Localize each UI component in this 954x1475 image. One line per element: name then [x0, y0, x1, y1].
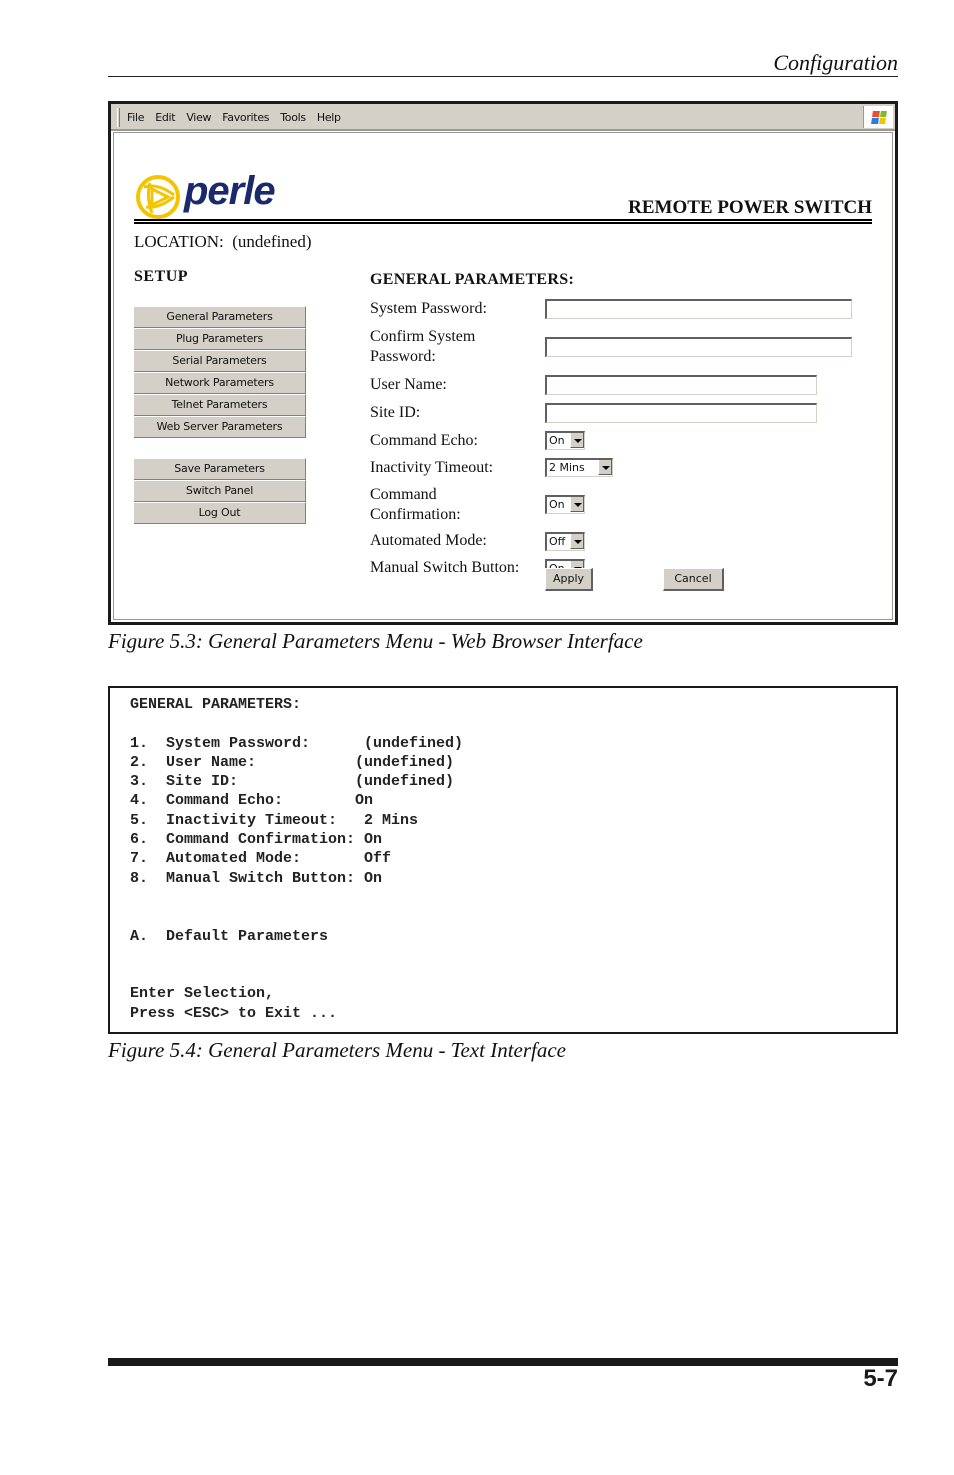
menu-file[interactable]: File — [127, 111, 145, 124]
inactivity-timeout-select[interactable]: 2 Mins — [545, 458, 613, 477]
nav-serial-parameters[interactable]: Serial Parameters — [134, 350, 306, 372]
terminal-line: 4. Command Echo: On — [130, 792, 374, 810]
dropdown-arrow-icon[interactable] — [598, 460, 612, 475]
terminal-line: GENERAL PARAMETERS: — [130, 696, 302, 713]
cancel-button[interactable]: Cancel — [663, 568, 724, 591]
site-id-label: Site ID: — [370, 404, 421, 421]
command-confirmation-label: Command Confirmation: — [370, 485, 461, 525]
text-interface-terminal: GENERAL PARAMETERS: 1. System Password: … — [108, 686, 898, 1034]
automated-mode-value: Off — [549, 535, 566, 548]
nav-web-server-parameters[interactable]: Web Server Parameters — [134, 416, 306, 438]
page-number: 5-7 — [863, 1365, 898, 1392]
menu-view[interactable]: View — [186, 111, 211, 124]
dropdown-arrow-icon[interactable] — [570, 433, 584, 448]
command-echo-value: On — [549, 434, 565, 447]
page-content: perle REMOTE POWER SWITCH LOCATION: (und… — [113, 132, 893, 620]
figure-5-4-caption: Figure 5.4: General Parameters Menu - Te… — [108, 1038, 567, 1062]
manual-switch-button-label: Manual Switch Button: — [370, 559, 520, 576]
form-title: GENERAL PARAMETERS: — [370, 271, 575, 288]
perle-logo: perle — [134, 169, 294, 221]
menu-bar: File Edit View Favorites Tools Help — [111, 104, 895, 131]
terminal-output: GENERAL PARAMETERS: 1. System Password: … — [130, 695, 463, 1023]
confirm-password-input[interactable] — [545, 337, 852, 357]
terminal-line: 8. Manual Switch Button: On — [130, 869, 383, 887]
nav-network-parameters[interactable]: Network Parameters — [134, 372, 306, 394]
running-header: Configuration — [108, 50, 898, 77]
command-echo-label: Command Echo: — [370, 432, 478, 449]
menu-favorites[interactable]: Favorites — [222, 111, 269, 124]
user-name-label: User Name: — [370, 376, 447, 393]
nav-telnet-parameters[interactable]: Telnet Parameters — [134, 394, 306, 416]
terminal-line: 7. Automated Mode: Off — [130, 850, 392, 868]
site-id-input[interactable] — [545, 403, 817, 423]
logo-wordmark: perle — [184, 169, 276, 213]
menu-edit[interactable]: Edit — [155, 111, 175, 124]
menu-help[interactable]: Help — [317, 111, 341, 124]
terminal-line: 6. Command Confirmation: On — [130, 831, 383, 849]
confirm-password-label-line1: Confirm System — [370, 328, 476, 345]
title-divider — [134, 219, 872, 224]
apply-button[interactable]: Apply — [545, 568, 593, 591]
command-confirmation-label-line2: Confirmation: — [370, 506, 461, 523]
confirm-password-label: Confirm System Password: — [370, 327, 475, 367]
log-out-button[interactable]: Log Out — [134, 502, 306, 524]
location-value: (undefined) — [232, 232, 312, 251]
command-confirmation-select[interactable]: On — [545, 495, 585, 514]
nav-plug-parameters[interactable]: Plug Parameters — [134, 328, 306, 350]
terminal-line: 5. Inactivity Timeout: 2 Mins — [130, 811, 419, 829]
location-line: LOCATION: (undefined) — [134, 232, 312, 252]
browser-window: File Edit View Favorites Tools Help perl… — [108, 101, 898, 625]
command-confirmation-value: On — [549, 498, 565, 511]
windows-logo-icon — [863, 106, 893, 128]
command-echo-select[interactable]: On — [545, 431, 585, 450]
toolbar-grip[interactable] — [117, 108, 120, 127]
footer-rule — [108, 1358, 898, 1366]
running-header-title: Configuration — [773, 50, 898, 75]
inactivity-timeout-value: 2 Mins — [549, 461, 585, 474]
system-password-label: System Password: — [370, 300, 487, 317]
action-nav: Save Parameters Switch Panel Log Out — [134, 458, 306, 524]
inactivity-timeout-label: Inactivity Timeout: — [370, 459, 494, 476]
perle-logo-icon — [136, 175, 180, 219]
save-parameters-button[interactable]: Save Parameters — [134, 458, 306, 480]
dropdown-arrow-icon[interactable] — [570, 497, 584, 512]
system-password-input[interactable] — [545, 299, 852, 319]
location-label: LOCATION: — [134, 232, 224, 251]
setup-heading: SETUP — [134, 268, 189, 285]
dropdown-arrow-icon[interactable] — [570, 534, 584, 549]
terminal-line: 1. System Password: (undefined) — [130, 734, 464, 752]
nav-general-parameters[interactable]: General Parameters — [134, 306, 306, 328]
terminal-line: Press <ESC> to Exit ... — [130, 1004, 338, 1022]
terminal-line: Enter Selection, — [130, 985, 275, 1003]
automated-mode-label: Automated Mode: — [370, 532, 487, 549]
menu-tools[interactable]: Tools — [280, 111, 306, 124]
user-name-input[interactable] — [545, 375, 817, 395]
setup-nav: General Parameters Plug Parameters Seria… — [134, 306, 306, 438]
terminal-line: A. Default Parameters — [130, 927, 329, 945]
terminal-line: 2. User Name: (undefined) — [130, 753, 455, 771]
command-confirmation-label-line1: Command — [370, 486, 437, 503]
switch-panel-button[interactable]: Switch Panel — [134, 480, 306, 502]
figure-5-3-caption: Figure 5.3: General Parameters Menu - We… — [108, 629, 643, 653]
product-title: REMOTE POWER SWITCH — [628, 197, 872, 218]
confirm-password-label-line2: Password: — [370, 348, 436, 365]
terminal-line: 3. Site ID: (undefined) — [130, 773, 455, 791]
automated-mode-select[interactable]: Off — [545, 532, 585, 551]
